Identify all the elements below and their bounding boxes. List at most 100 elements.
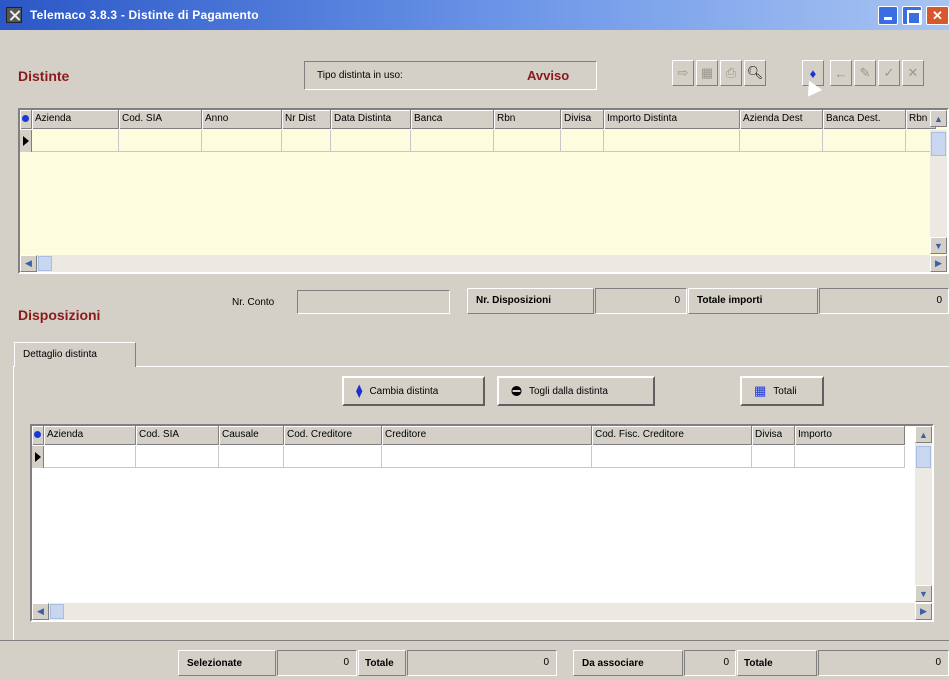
col-header[interactable]: Divisa <box>752 426 795 445</box>
export-icon: ⇨ <box>677 65 689 80</box>
scroll-thumb[interactable] <box>50 604 64 619</box>
export-button[interactable]: ⇨ <box>672 60 694 86</box>
totale2-label-box: Totale <box>737 650 817 676</box>
col-header[interactable]: Azienda <box>32 110 119 129</box>
close-button[interactable] <box>926 6 949 25</box>
cambia-distinta-button[interactable]: ⧫ Cambia distinta <box>342 376 485 406</box>
status-bar: Selezionate 0 Totale 0 Da associare 0 To… <box>0 640 949 680</box>
scroll-thumb[interactable] <box>916 446 931 468</box>
scroll-thumb[interactable] <box>931 132 946 156</box>
da-associare-label-box: Da associare <box>573 650 683 676</box>
col-header[interactable]: Divisa <box>561 110 604 129</box>
col-header[interactable]: Cod. SIA <box>136 426 219 445</box>
row-indicator-icon <box>20 130 32 152</box>
scroll-thumb[interactable] <box>38 256 52 271</box>
totale1-label: Totale <box>365 658 394 669</box>
scroll-right-icon[interactable]: ▶ <box>915 603 932 620</box>
tipo-distinta-value: Avviso <box>527 68 570 83</box>
table-row[interactable] <box>32 446 905 468</box>
nr-conto-field[interactable] <box>297 290 450 314</box>
grid-icon: ▦ <box>700 65 714 80</box>
scroll-up-icon[interactable]: ▲ <box>915 426 932 443</box>
da-associare-field: 0 <box>684 650 736 676</box>
arrow-left-icon: ← <box>834 65 848 81</box>
col-header[interactable]: Rbn <box>494 110 561 129</box>
totale1-value: 0 <box>543 657 549 668</box>
col-header[interactable]: Anno <box>202 110 282 129</box>
scroll-right-icon[interactable]: ▶ <box>930 255 947 272</box>
tipo-distinta-box: Tipo distinta in uso: Avviso <box>304 61 597 90</box>
tipo-distinta-label: Tipo distinta in uso: <box>317 70 403 81</box>
disposizioni-vscrollbar[interactable]: ▲ ▼ <box>915 426 932 602</box>
cancel-button[interactable]: ✕ <box>902 60 924 86</box>
app-icon <box>6 7 22 23</box>
col-header[interactable]: Causale <box>219 426 284 445</box>
distinte-title: Distinte <box>18 68 70 84</box>
col-header[interactable]: Cod. Fisc. Creditore <box>592 426 752 445</box>
col-header[interactable]: Azienda Dest <box>740 110 823 129</box>
up-down-arrow-icon: ⧫ <box>356 383 363 398</box>
disposizioni-title: Disposizioni <box>18 307 101 323</box>
col-header[interactable]: Cod. Creditore <box>284 426 382 445</box>
totale-importi-value: 0 <box>936 295 942 306</box>
maximize-button[interactable] <box>902 6 922 25</box>
distinte-vscrollbar[interactable]: ▲ ▼ <box>930 110 947 254</box>
togli-dalla-distinta-button[interactable]: ⛔︎ Togli dalla distinta <box>497 376 655 406</box>
distinte-grid[interactable]: Azienda Cod. SIA Anno Nr Dist Data Disti… <box>18 108 949 274</box>
totale1-field: 0 <box>407 650 557 676</box>
minimize-button[interactable] <box>878 6 898 25</box>
col-header[interactable]: Cod. SIA <box>119 110 202 129</box>
scroll-down-icon[interactable]: ▼ <box>930 237 947 254</box>
edit-button[interactable]: ✎ <box>854 60 876 86</box>
col-header[interactable]: Nr Dist <box>282 110 331 129</box>
totale2-value: 0 <box>935 657 941 668</box>
col-header[interactable]: Banca <box>411 110 494 129</box>
col-header[interactable]: Creditore <box>382 426 592 445</box>
totale1-label-box: Totale <box>358 650 406 676</box>
confirm-button[interactable]: ✓ <box>878 60 900 86</box>
da-associare-label: Da associare <box>582 658 644 669</box>
col-header[interactable]: Importo <box>795 426 905 445</box>
distinte-hscrollbar[interactable]: ◀ ▶ <box>20 255 947 272</box>
grid-button[interactable]: ▦ <box>696 60 718 86</box>
nr-conto-label: Nr. Conto <box>232 297 275 308</box>
scroll-down-icon[interactable]: ▼ <box>915 585 932 602</box>
selezionate-value: 0 <box>343 657 349 668</box>
selezionate-label: Selezionate <box>187 658 243 669</box>
totale-importi-field: 0 <box>819 288 949 314</box>
col-header[interactable]: Banca Dest. <box>823 110 906 129</box>
edit-icon: ✎ <box>859 65 871 80</box>
disposizioni-grid-header: Azienda Cod. SIA Causale Cod. Creditore … <box>32 426 905 445</box>
nr-disposizioni-value: 0 <box>674 295 680 306</box>
select-all-icon[interactable] <box>32 426 44 445</box>
disposizioni-grid[interactable]: Azienda Cod. SIA Causale Cod. Creditore … <box>30 424 934 622</box>
row-indicator-icon <box>32 446 44 468</box>
totale2-label: Totale <box>744 658 773 669</box>
totale-importi-label-box: Totale importi <box>688 288 818 314</box>
table-icon: ▦ <box>754 383 767 398</box>
print-button[interactable]: ⎙ <box>720 60 742 86</box>
col-header[interactable]: Azienda <box>44 426 136 445</box>
title-bar: Telemaco 3.8.3 - Distinte di Pagamento <box>0 0 949 30</box>
select-all-icon[interactable] <box>20 110 32 129</box>
totale-importi-label: Totale importi <box>697 295 763 306</box>
print-icon: ⎙ <box>725 65 737 80</box>
cancel-icon: ✕ <box>907 65 919 80</box>
totali-label: Totali <box>773 385 797 397</box>
distinte-grid-header: Azienda Cod. SIA Anno Nr Dist Data Disti… <box>20 110 936 129</box>
col-header[interactable]: Data Distinta <box>331 110 411 129</box>
disposizioni-hscrollbar[interactable]: ◀ ▶ <box>32 603 932 620</box>
scroll-up-icon[interactable]: ▲ <box>930 110 947 127</box>
scroll-left-icon[interactable]: ◀ <box>32 603 49 620</box>
table-row[interactable] <box>20 130 936 152</box>
totali-button[interactable]: ▦ Totali <box>740 376 824 406</box>
col-header[interactable]: Importo Distinta <box>604 110 740 129</box>
back-button[interactable]: ← <box>830 60 852 86</box>
nr-disposizioni-label: Nr. Disposizioni <box>476 295 552 306</box>
scroll-left-icon[interactable]: ◀ <box>20 255 37 272</box>
selezionate-label-box: Selezionate <box>178 650 276 676</box>
zoom-button[interactable]: 🔍︎ <box>744 60 766 86</box>
tab-dettaglio-distinta[interactable]: Dettaglio distinta <box>14 342 136 367</box>
confirm-icon: ✓ <box>883 65 895 80</box>
totale2-field: 0 <box>818 650 949 676</box>
